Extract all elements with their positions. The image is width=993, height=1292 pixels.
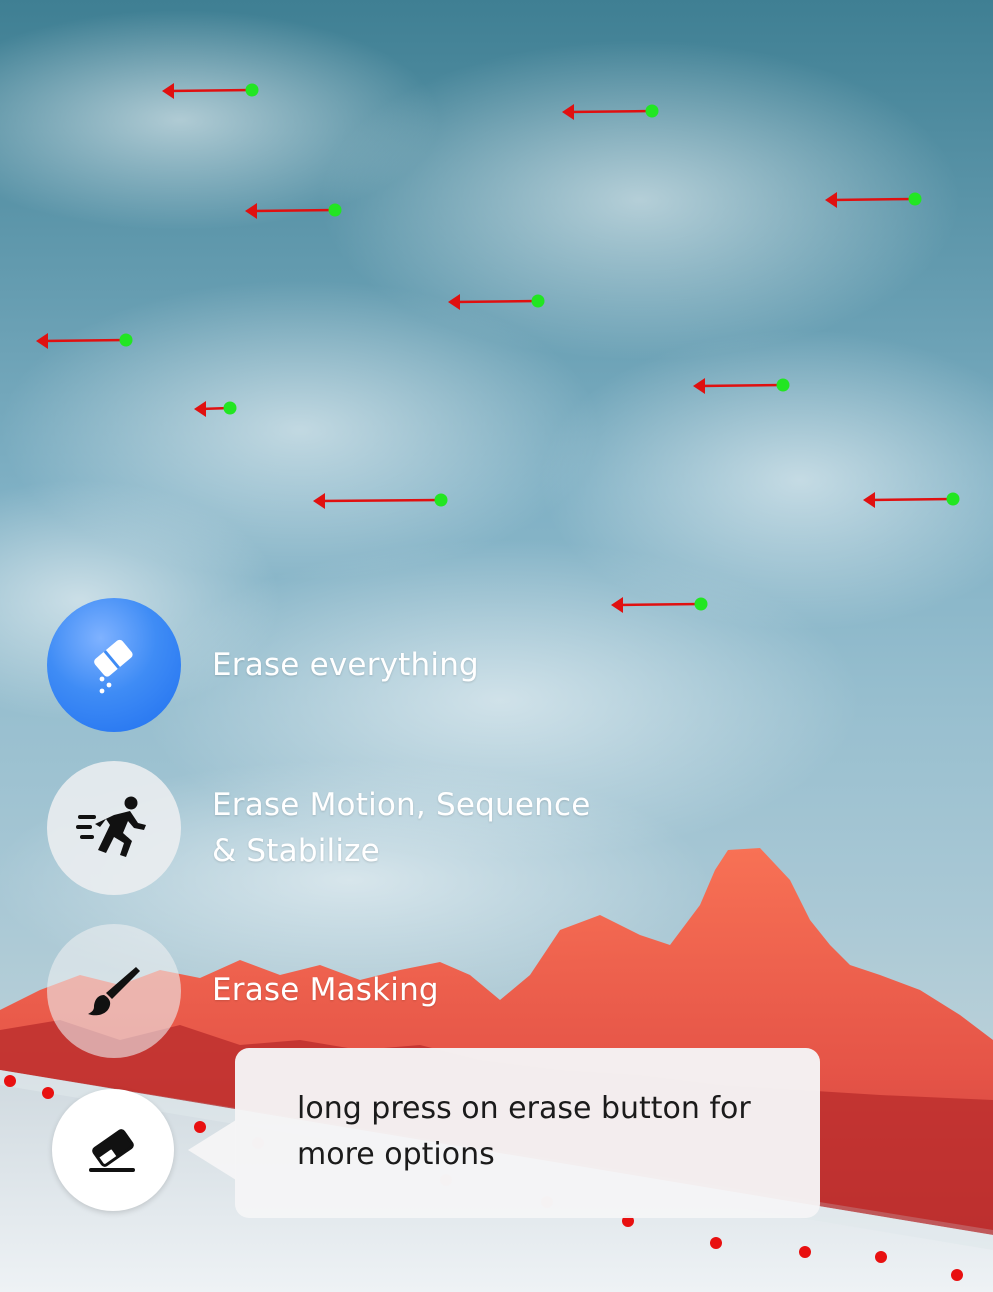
erase-everything-button[interactable] (47, 598, 181, 732)
paintbrush-icon (88, 967, 140, 1016)
erase-motion-button[interactable] (47, 761, 181, 895)
eraser-icon (89, 1129, 135, 1172)
erase-masking-label[interactable]: Erase Masking (212, 967, 439, 1013)
running-person-icon (76, 796, 146, 857)
erase-options-tooltip: long press on erase button for more opti… (235, 1048, 820, 1218)
tooltip-line1: long press on erase button for (297, 1091, 751, 1126)
erase-main-button[interactable] (52, 1089, 174, 1211)
erase-everything-label[interactable]: Erase everything (212, 642, 479, 688)
erase-motion-label-line1: Erase Motion, Sequence (212, 787, 591, 823)
tooltip-line2: more options (297, 1137, 495, 1172)
tooltip-pointer (188, 1120, 236, 1180)
eraser-sparkle-icon (94, 639, 133, 694)
erase-motion-label[interactable]: Erase Motion, Sequence & Stabilize (212, 782, 591, 874)
erase-masking-button[interactable] (47, 924, 181, 1058)
erase-motion-label-line2: & Stabilize (212, 833, 380, 869)
